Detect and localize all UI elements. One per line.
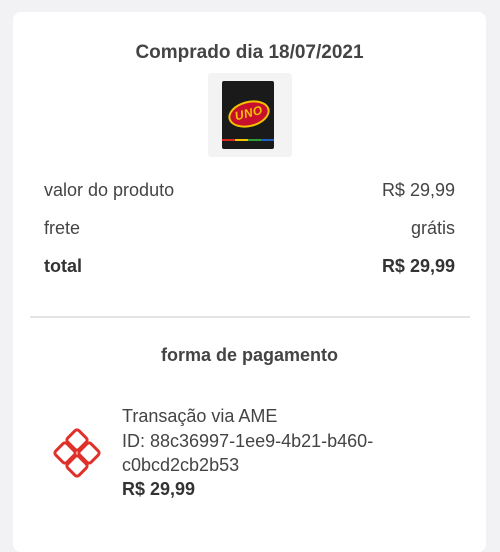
payment-method-text: Transação via AME	[122, 406, 278, 426]
product-value-label: valor do produto	[44, 180, 175, 200]
transaction-id-line2: c0bcd2cb2b53	[122, 455, 240, 475]
section-divider	[30, 316, 470, 318]
total-value: R$ 29,99	[381, 256, 455, 276]
uno-logo: UNO	[225, 96, 273, 132]
product-value-amount: R$ 29,99	[381, 180, 455, 200]
payment-section-title: forma de pagamento	[160, 345, 339, 365]
shipping-value: grátis	[410, 218, 455, 238]
ame-icon	[53, 428, 101, 478]
purchase-card: Comprado dia 18/07/2021 UNO valor do pro…	[13, 12, 486, 552]
payment-amount: R$ 29,99	[122, 479, 196, 499]
total-label: total	[44, 256, 82, 276]
transaction-id-line1: ID: 88c36997-1ee9-4b21-b460-	[122, 431, 374, 451]
uno-logo-text: UNO	[233, 102, 265, 124]
purchase-date-title: Comprado dia 18/07/2021	[135, 42, 364, 63]
uno-box-image: UNO	[222, 81, 274, 149]
product-thumbnail[interactable]: UNO	[208, 73, 292, 157]
shipping-label: frete	[44, 218, 81, 238]
color-stripe	[222, 139, 274, 141]
